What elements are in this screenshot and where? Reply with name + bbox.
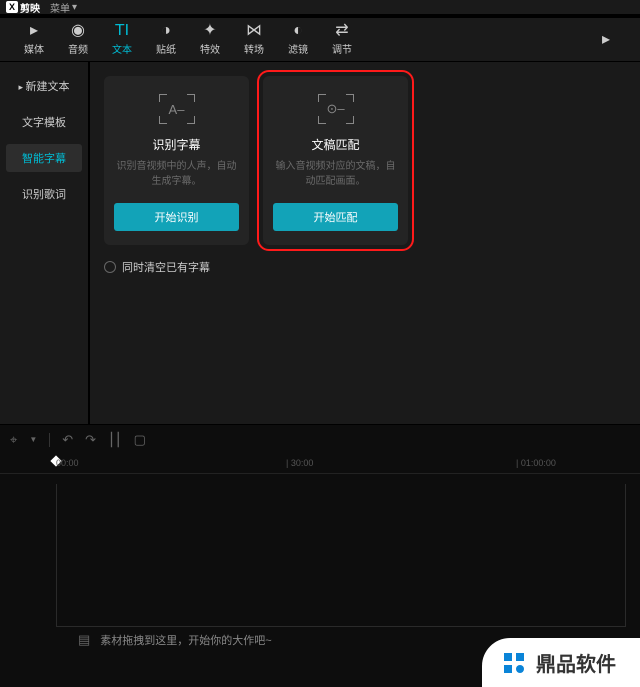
play-icon: ▸ <box>602 32 610 48</box>
sidebar-item-文字模板[interactable]: 文字模板 <box>6 108 82 136</box>
sidebar-item-识别歌词[interactable]: 识别歌词 <box>6 180 82 208</box>
player-button[interactable]: ▸ <box>584 18 628 62</box>
tool-label: 滤镜 <box>288 41 308 56</box>
toolbar-right: ▸ <box>584 18 628 62</box>
tool-label: 转场 <box>244 41 264 56</box>
panel-action-button[interactable]: 开始识别 <box>114 203 239 231</box>
tool-icon: ⇄ <box>335 23 348 39</box>
panel-desc: 输入音视频对应的文稿，自动匹配画面。 <box>273 159 398 189</box>
delete-icon[interactable]: ▢ <box>134 432 146 448</box>
menu-dropdown[interactable]: 菜单 ▾ <box>50 0 77 15</box>
empty-hint: ▤ 素材拖拽到这里，开始你的大作吧~ <box>78 632 272 648</box>
tool-label: 媒体 <box>24 41 44 56</box>
ruler-mark: | 01:00:00 <box>516 458 556 468</box>
panel-文稿匹配: ⊙‒ 文稿匹配 输入音视频对应的文稿，自动匹配画面。 开始匹配 <box>263 76 408 245</box>
timeline-controls: ⌖ ▼ ↶ ↷ ⎮⎮ ▢ <box>0 424 640 454</box>
panel-icon: ⊙‒ <box>318 94 354 124</box>
tool-icon: ✦ <box>203 23 216 39</box>
tool-icon: ◐ <box>293 23 303 39</box>
tool-icon: TI <box>115 23 129 39</box>
tool-icon: ◑ <box>161 23 171 39</box>
media-icon: ▤ <box>78 632 90 648</box>
tool-label: 调节 <box>332 41 352 56</box>
tool-贴纸[interactable]: ◑ 贴纸 <box>144 18 188 62</box>
panel-识别字幕: A‒ 识别字幕 识别音视频中的人声，自动生成字幕。 开始识别 <box>104 76 249 245</box>
title-bar: X 剪映 菜单 ▾ <box>0 0 640 14</box>
watermark-text: 鼎品软件 <box>536 648 616 677</box>
tool-icon: ▸ <box>30 23 38 39</box>
panels-row: A‒ 识别字幕 识别音视频中的人声，自动生成字幕。 开始识别 ⊙‒ 文稿匹配 输… <box>104 76 626 245</box>
tool-label: 特效 <box>200 41 220 56</box>
checkbox-icon[interactable] <box>104 261 116 273</box>
ruler-mark: | 30:00 <box>286 458 313 468</box>
tool-label: 音频 <box>68 41 88 56</box>
chevron-down-icon: ▾ <box>72 2 77 13</box>
chevron-down-icon[interactable]: ▼ <box>29 435 37 444</box>
app-logo: X 剪映 <box>6 0 40 15</box>
track-area[interactable] <box>56 484 626 627</box>
watermark: 鼎品软件 <box>482 638 640 687</box>
timeline[interactable]: 00:00 | 30:00 | 01:00:00 ▤ 素材拖拽到这里，开始你的大作吧… <box>0 454 640 667</box>
panel-action-button[interactable]: 开始匹配 <box>273 203 398 231</box>
undo-icon[interactable]: ↶ <box>62 432 73 448</box>
watermark-icon <box>500 649 528 677</box>
tool-特效[interactable]: ✦ 特效 <box>188 18 232 62</box>
time-ruler[interactable]: 00:00 | 30:00 | 01:00:00 <box>0 454 640 474</box>
tool-label: 贴纸 <box>156 41 176 56</box>
tool-调节[interactable]: ⇄ 调节 <box>320 18 364 62</box>
pointer-tool-icon[interactable]: ⌖ <box>10 432 17 448</box>
tool-音频[interactable]: ◉ 音频 <box>56 18 100 62</box>
tool-转场[interactable]: ⋈ 转场 <box>232 18 276 62</box>
panel-title: 文稿匹配 <box>311 136 359 153</box>
redo-icon[interactable]: ↷ <box>85 432 96 448</box>
tool-icon: ⋈ <box>246 23 262 39</box>
content-area: A‒ 识别字幕 识别音视频中的人声，自动生成字幕。 开始识别 ⊙‒ 文稿匹配 输… <box>90 62 640 424</box>
tool-文本[interactable]: TI 文本 <box>100 18 144 62</box>
panel-icon: A‒ <box>159 94 195 124</box>
sidebar-item-新建文本[interactable]: 新建文本 <box>6 72 82 100</box>
tool-label: 文本 <box>112 41 132 56</box>
split-icon[interactable]: ⎮⎮ <box>108 432 122 448</box>
hint-text: 素材拖拽到这里，开始你的大作吧~ <box>100 632 271 648</box>
panel-title: 识别字幕 <box>152 136 200 153</box>
tool-媒体[interactable]: ▸ 媒体 <box>12 18 56 62</box>
tool-滤镜[interactable]: ◐ 滤镜 <box>276 18 320 62</box>
clear-subtitle-row[interactable]: 同时清空已有字幕 <box>104 259 626 275</box>
sidebar: 新建文本文字模板智能字幕识别歌词 <box>0 62 90 424</box>
brand-name: 剪映 <box>20 0 40 15</box>
logo-icon: X <box>6 1 18 13</box>
panel-desc: 识别音视频中的人声，自动生成字幕。 <box>114 159 239 189</box>
ruler-mark: 00:00 <box>56 458 79 468</box>
clear-label: 同时清空已有字幕 <box>122 259 210 275</box>
workspace: 新建文本文字模板智能字幕识别歌词 A‒ 识别字幕 识别音视频中的人声，自动生成字… <box>0 62 640 424</box>
sidebar-item-智能字幕[interactable]: 智能字幕 <box>6 144 82 172</box>
main-toolbar: ▸ 媒体 ◉ 音频 TI 文本 ◑ 贴纸 ✦ 特效 ⋈ 转场 ◐ 滤镜 ⇄ 调节 ▸ <box>0 18 640 62</box>
tool-icon: ◉ <box>71 23 85 39</box>
